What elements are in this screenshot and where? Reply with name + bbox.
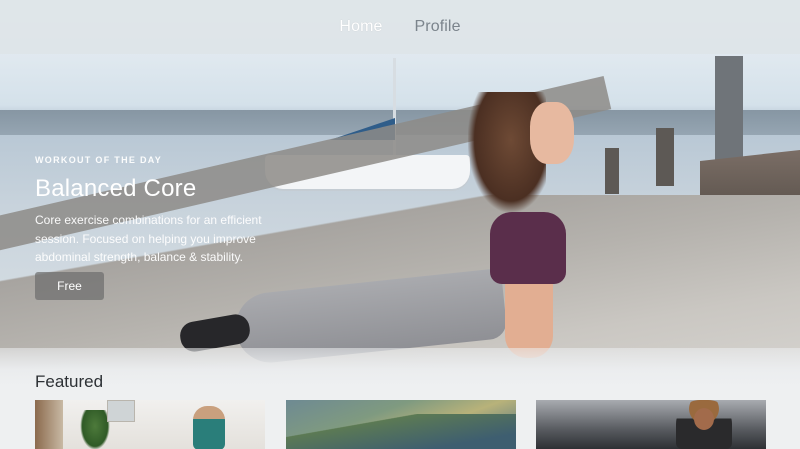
card-photo-frame <box>107 400 135 422</box>
card-photo-plant <box>80 410 110 449</box>
hero-text-block: WORKOUT OF THE DAY Balanced Core Core ex… <box>35 155 305 267</box>
featured-card-1[interactable] <box>35 400 265 449</box>
card-photo-column <box>35 400 63 449</box>
hero-eyebrow: WORKOUT OF THE DAY <box>35 155 163 165</box>
featured-card-3[interactable] <box>536 400 766 449</box>
nav-tab-profile[interactable]: Profile <box>415 18 461 36</box>
hero-pier-post <box>605 148 619 194</box>
featured-card-2[interactable] <box>286 400 516 449</box>
free-button[interactable]: Free <box>35 272 104 300</box>
hero-person-top <box>490 212 566 284</box>
card-photo-face <box>694 408 714 430</box>
nav-tab-home[interactable]: Home <box>339 18 382 36</box>
card-photo-person <box>193 406 225 449</box>
card-photo-landscape <box>286 414 516 449</box>
top-nav-bar: Home Profile <box>0 0 800 54</box>
hero-pier-post <box>656 128 674 186</box>
hero-title: Balanced Core <box>35 175 197 202</box>
featured-title: Featured <box>35 372 104 391</box>
hero-description: Core exercise combinations for an effici… <box>35 213 262 264</box>
hero-person-face <box>530 102 574 164</box>
